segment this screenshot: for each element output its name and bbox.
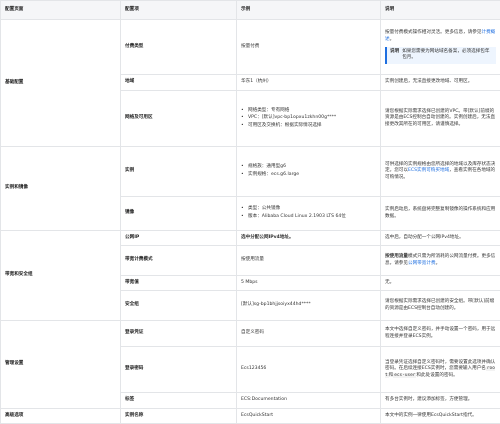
item-region: 地域	[121, 75, 237, 91]
instance-type: 实例规格：ecs.g6.large	[248, 172, 299, 179]
group-management: 管理设置	[1, 321, 121, 409]
desc-image: 实例启动后，系统盘将完整复制镜像的操作系统和应用数据。	[381, 197, 500, 231]
example-image: •类型：公共镜像 •版本：Alibaba Cloud Linux 2.1903 …	[237, 197, 381, 231]
desc-public-ip: 选中后，自动分配一个公网IPv4地址。	[381, 231, 500, 246]
config-table: 配置页面 配置项 示例 说明 基础配置 付费类型 按量付费 按量付费模式操作相对…	[0, 0, 500, 424]
item-security-group: 安全组	[121, 291, 237, 321]
desc-bandwidth-tail: 。	[436, 261, 441, 266]
item-billing: 付费类型	[121, 20, 237, 75]
example-login-credential: 自定义密码	[237, 321, 381, 347]
example-public-ip: 选中分配公网IPv4地址。	[237, 231, 381, 246]
header-config-item: 配置项	[121, 1, 237, 20]
desc-bandwidth-bold: 按使用流量	[385, 254, 408, 259]
desc-tag: 有多台实例时，建议添加标签，方便管理。	[381, 393, 500, 409]
example-login-password: Ecs123456	[237, 347, 381, 393]
desc-password-a: 当登录凭证选择自定义密码时，需要设置此选项并确认密码。在后续连接ECS实例时，您…	[385, 360, 495, 372]
list-item: •网络类型：专有网络	[241, 108, 376, 115]
desc-network: 请您根据实际需求选择已创建的VPC。带[默认]前缀的资源是由ECS控制台自动创建…	[381, 91, 500, 147]
desc-login-password: 当登录凭证选择自定义密码时，需要设置此选项并确认密码。在后续连接ECS实例时，您…	[381, 347, 500, 393]
desc-region: 实例创建后，无法直接更改地域、可用区。	[381, 75, 500, 91]
item-public-ip: 公网IP	[121, 231, 237, 246]
list-item: •实例规格：ecs.g6.large	[241, 172, 376, 179]
example-bandwidth: 5 Mbps	[237, 276, 381, 291]
example-region: 华东1（杭州）	[237, 75, 381, 91]
example-bandwidth-billing: 按使用流量	[237, 246, 381, 276]
example-instance: •规格族：通用型g6 •实例规格：ecs.g6.large	[237, 147, 381, 197]
item-network: 网络及可用区	[121, 91, 237, 147]
example-network: •网络类型：专有网络 •VPC：[默认]vpc-bp1opxu1zkhn00g*…	[237, 91, 381, 147]
network-type: 网络类型：专有网络	[248, 108, 289, 115]
table-row: 实例和镜像 实例 •规格族：通用型g6 •实例规格：ecs.g6.large 可…	[1, 147, 500, 197]
header-description: 说明	[381, 1, 500, 20]
instance-family: 规格族：通用型g6	[248, 164, 286, 171]
item-login-password: 登录密码	[121, 347, 237, 393]
item-tag: 标签	[121, 393, 237, 409]
code-ecs-user: ecs-user	[393, 373, 416, 378]
desc-billing: 按量付费模式操作相对灵活。更多信息，请参见计费概述。 说明 如果您需要为网站域名…	[381, 20, 500, 75]
table-row: 带宽和安全组 公网IP 选中分配公网IPv4地址。 选中后，自动分配一个公网IP…	[1, 231, 500, 246]
note-box: 说明 如果您需要为网站域名备案，必须选择包年包月。	[385, 47, 496, 64]
desc-security-group: 请您根据实际需求选择已创建的安全组。带[默认]前缀的资源是由ECS控制台自动创建…	[381, 291, 500, 321]
header-config-page: 配置页面	[1, 1, 121, 20]
desc-instance: 可供选择的实例规格由您所选择的地域以及库存状态决定。您可以ECS实例可购买地域，…	[381, 147, 500, 197]
desc-login-credential: 本文中选择自定义密码，并手动设置一个密码，用于远程连接并登录ECS实例。	[381, 321, 500, 347]
link-bandwidth-billing[interactable]: 公网带宽计费	[408, 261, 436, 266]
item-bandwidth: 带宽值	[121, 276, 237, 291]
item-image: 镜像	[121, 197, 237, 231]
table-header-row: 配置页面 配置项 示例 说明	[1, 1, 500, 20]
image-type: 类型：公共镜像	[248, 206, 280, 213]
table-row: 基础配置 付费类型 按量付费 按量付费模式操作相对灵活。更多信息，请参见计费概述…	[1, 20, 500, 75]
item-instance: 实例	[121, 147, 237, 197]
example-billing: 按量付费	[237, 20, 381, 75]
desc-password-c: 和此处设置的密码。	[416, 373, 457, 378]
desc-bandwidth: 无。	[381, 276, 500, 291]
table-row: 管理设置 登录凭证 自定义密码 本文中选择自定义密码，并手动设置一个密码，用于远…	[1, 321, 500, 347]
example-tag: ECS:Documentation	[237, 393, 381, 409]
item-login-credential: 登录凭证	[121, 321, 237, 347]
note-text: 如果您需要为网站域名备案，必须选择包年包月。	[402, 49, 493, 62]
desc-billing-text: 按量付费模式操作相对灵活。更多信息，请参见	[385, 30, 481, 35]
link-purchasable-regions[interactable]: ECS实例可购买地域	[408, 168, 449, 173]
list-item: •类型：公共镜像	[241, 206, 376, 213]
list-item: •可用区及交换机：根据实际情况选择	[241, 123, 376, 130]
desc-bandwidth-billing: 按使用流量模式只需为所消耗的公网流量付费。更多信息，请参见公网带宽计费。	[381, 246, 500, 276]
list-item: •规格族：通用型g6	[241, 164, 376, 171]
list-item: •VPC：[默认]vpc-bp1opxu1zkhn00g****	[241, 115, 376, 122]
network-vpc: VPC：[默认]vpc-bp1opxu1zkhn00g****	[248, 115, 336, 122]
desc-billing-tail: 。	[390, 37, 395, 42]
network-zone: 可用区及交换机：根据实际情况选择	[248, 123, 322, 130]
header-example: 示例	[237, 1, 381, 20]
list-item: •版本：Alibaba Cloud Linux 2.1903 LTS 64位	[241, 214, 376, 221]
note-label: 说明	[390, 49, 399, 62]
item-bandwidth-billing: 带宽计费模式	[121, 246, 237, 276]
group-bandwidth-security: 带宽和安全组	[1, 231, 121, 321]
image-version: 版本：Alibaba Cloud Linux 2.1903 LTS 64位	[248, 214, 346, 221]
group-instance-image: 实例和镜像	[1, 147, 121, 231]
group-basic: 基础配置	[1, 20, 121, 147]
example-security-group: [默认]sg-bp1bhjjsoiyx44hd****	[237, 291, 381, 321]
